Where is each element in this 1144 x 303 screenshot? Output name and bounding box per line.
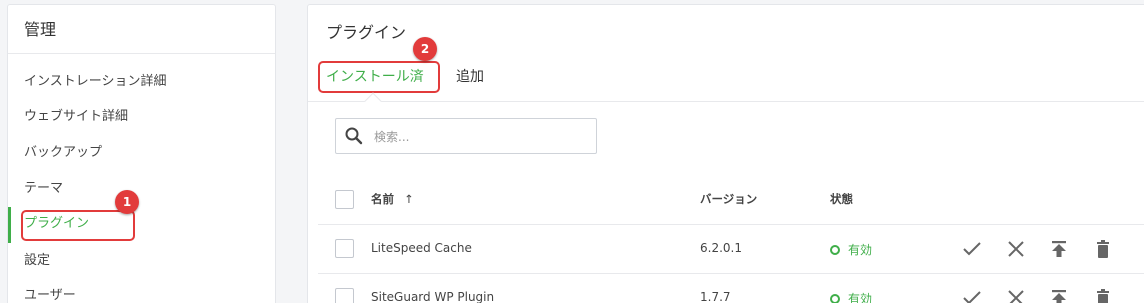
column-header-status: 状態 — [830, 192, 853, 206]
plugin-version: 6.2.0.1 — [700, 241, 742, 255]
header-divider — [318, 224, 1144, 225]
column-header-name-label: 名前 — [371, 192, 394, 206]
sidebar-item-theme[interactable]: テーマ — [24, 179, 63, 199]
status-badge: 有効 — [830, 241, 872, 258]
sidebar-item-users[interactable]: ユーザー — [24, 286, 76, 303]
upload-icon[interactable] — [1049, 288, 1069, 303]
search-field[interactable] — [335, 118, 597, 154]
tabs-divider — [308, 101, 1144, 102]
search-input[interactable] — [374, 127, 584, 147]
close-icon[interactable] — [1006, 239, 1026, 259]
trash-icon[interactable] — [1093, 288, 1113, 303]
upload-icon[interactable] — [1049, 239, 1069, 259]
status-active-icon — [830, 245, 840, 255]
plugin-version: 1.7.7 — [700, 290, 731, 303]
annotation-highlight-plugins — [21, 210, 135, 241]
sidebar-item-backup[interactable]: バックアップ — [24, 143, 102, 163]
plugin-name: LiteSpeed Cache — [371, 241, 472, 255]
sidebar-item-installation-details[interactable]: インストレーション詳細 — [24, 72, 166, 92]
admin-sidebar: 管理 インストレーション詳細 ウェブサイト詳細 バックアップ テーマ プラグイン… — [7, 4, 276, 303]
sort-ascending-icon: ↑ — [404, 192, 414, 206]
row-checkbox[interactable] — [335, 239, 354, 258]
check-icon[interactable] — [962, 239, 982, 259]
row-checkbox[interactable] — [335, 288, 354, 303]
sidebar-item-settings[interactable]: 設定 — [24, 251, 50, 271]
annotation-highlight-installed-tab — [318, 61, 440, 93]
status-label: 有効 — [848, 243, 873, 257]
tab-add[interactable]: 追加 — [456, 67, 484, 87]
row-divider — [318, 273, 1144, 274]
column-header-version: バージョン — [700, 192, 758, 206]
check-icon[interactable] — [962, 288, 982, 303]
status-badge: 有効 — [830, 290, 872, 303]
close-icon[interactable] — [1006, 288, 1026, 303]
sidebar-title: 管理 — [8, 5, 275, 54]
status-active-icon — [830, 294, 840, 303]
page-title: プラグイン — [326, 23, 407, 42]
trash-icon[interactable] — [1093, 239, 1113, 259]
search-icon — [344, 126, 364, 146]
sidebar-item-website-details[interactable]: ウェブサイト詳細 — [24, 107, 128, 127]
annotation-badge-2: 2 — [413, 37, 437, 61]
select-all-checkbox[interactable] — [335, 190, 354, 209]
plugin-name: SiteGuard WP Plugin — [371, 290, 495, 303]
annotation-badge-1: 1 — [115, 190, 139, 214]
active-tab-pointer — [364, 92, 382, 110]
status-label: 有効 — [848, 292, 873, 303]
sidebar-active-indicator — [8, 207, 11, 243]
column-header-name[interactable]: 名前 ↑ — [371, 191, 414, 207]
